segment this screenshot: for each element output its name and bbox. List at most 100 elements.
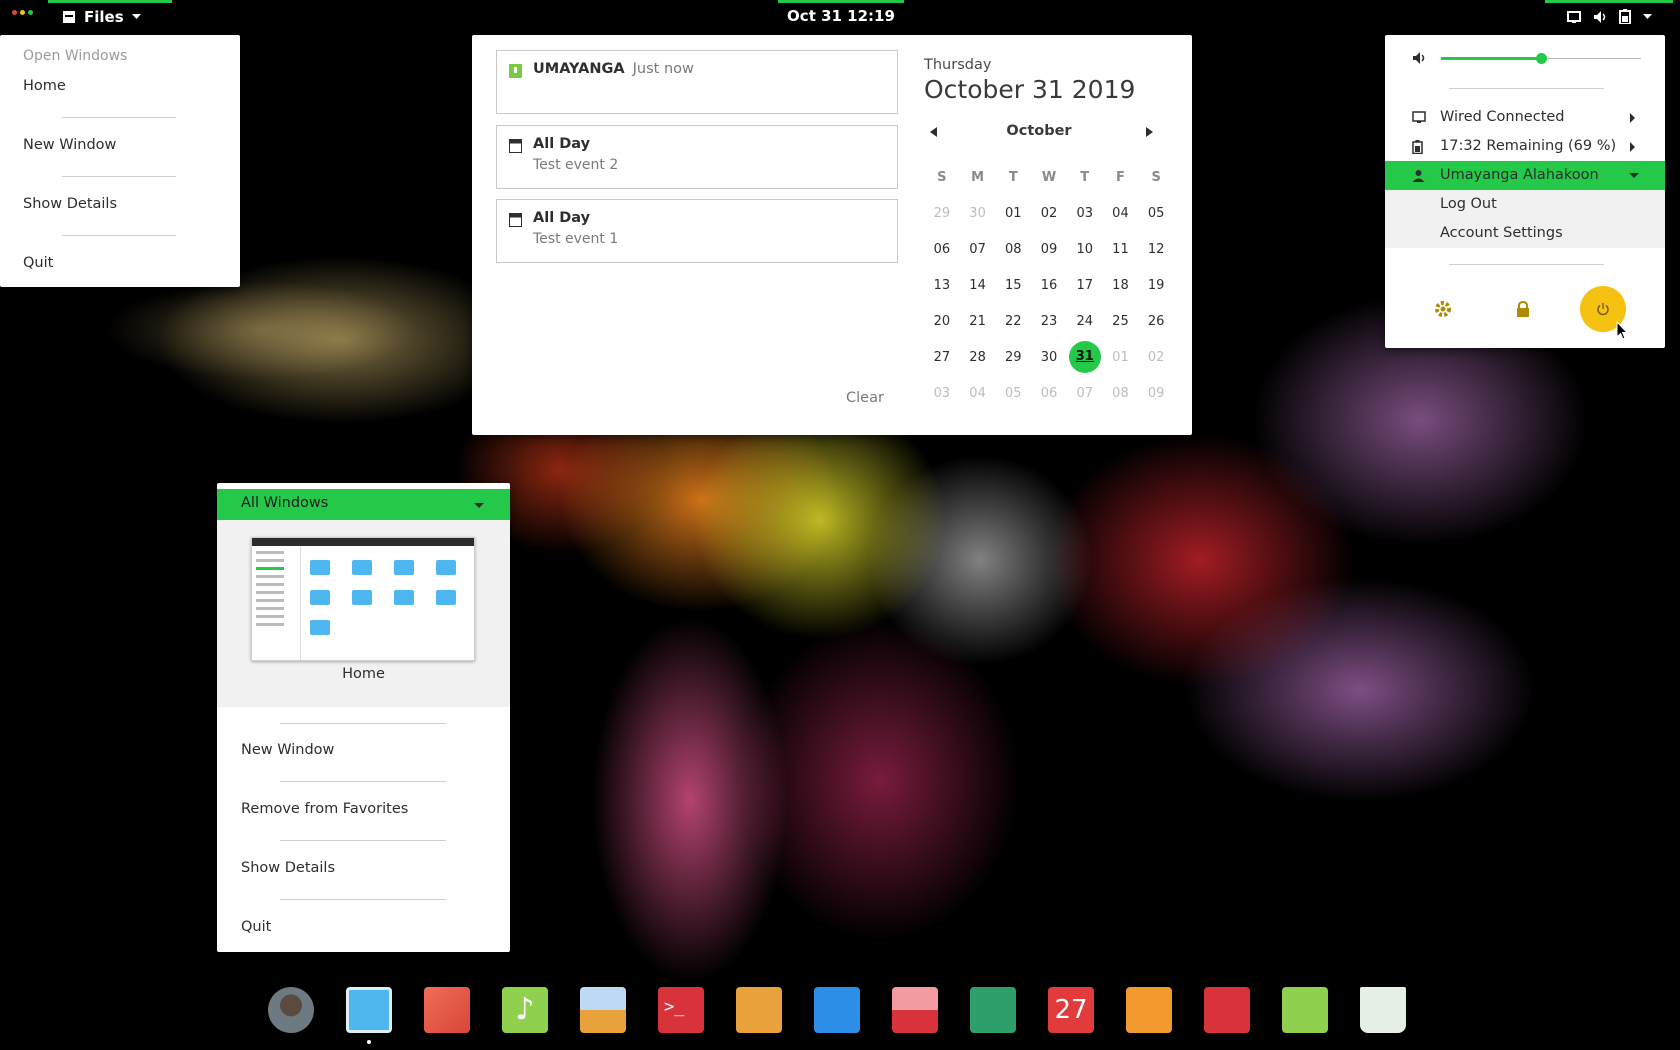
- dock-app-trash[interactable]: [1354, 984, 1412, 1036]
- calendar-day[interactable]: 30: [1031, 350, 1067, 365]
- calendar-day[interactable]: 15: [995, 278, 1031, 293]
- calendar-day[interactable]: 20: [924, 314, 960, 329]
- calendar-day[interactable]: 10: [1067, 242, 1103, 257]
- account-settings-item[interactable]: Account Settings: [1385, 219, 1665, 248]
- network-item[interactable]: Wired Connected: [1385, 103, 1665, 132]
- next-month-icon[interactable]: [1146, 127, 1153, 137]
- calendar-day[interactable]: 19: [1138, 278, 1174, 293]
- calendar-day[interactable]: 09: [1031, 242, 1067, 257]
- calendar-day[interactable]: 06: [924, 242, 960, 257]
- dock-app-files[interactable]: [334, 977, 404, 1045]
- separator: [62, 117, 176, 118]
- dock-app-mixer[interactable]: [730, 984, 788, 1036]
- notification-card[interactable]: UMAYANGA Just now: [496, 50, 898, 114]
- menu-item-new-window[interactable]: New Window: [241, 742, 334, 758]
- calendar-day[interactable]: 23: [1031, 314, 1067, 329]
- calendar-day-number: 11: [1112, 241, 1129, 257]
- calendar-day-number: 20: [933, 313, 951, 329]
- dock-app-avatar[interactable]: [262, 984, 320, 1036]
- calendar-day[interactable]: 07: [1067, 386, 1103, 401]
- settings-button[interactable]: [1420, 286, 1466, 332]
- menu-item-new-window[interactable]: New Window: [23, 137, 116, 153]
- calendar-day[interactable]: 11: [1103, 242, 1139, 257]
- calendar-day[interactable]: 18: [1103, 278, 1139, 293]
- calendar-day[interactable]: 24: [1067, 314, 1103, 329]
- calendar-day[interactable]: 01: [995, 206, 1031, 221]
- volume-icon: [1593, 10, 1605, 23]
- window-selector[interactable]: All Windows: [217, 489, 510, 520]
- dock: ♪ >_ 27: [262, 977, 1412, 1045]
- calendar-day[interactable]: 05: [1138, 206, 1174, 221]
- dock-app-calendar[interactable]: 27: [1042, 984, 1100, 1036]
- calendar-day[interactable]: 09: [1138, 386, 1174, 401]
- calendar-day[interactable]: 28: [960, 350, 996, 365]
- activities-button[interactable]: [12, 10, 33, 15]
- calendar-day-number: 02: [1040, 205, 1058, 221]
- calendar-day[interactable]: 12: [1138, 242, 1174, 257]
- calendar-day[interactable]: 29: [924, 206, 960, 221]
- calendar-day[interactable]: 13: [924, 278, 960, 293]
- calendar-day[interactable]: 05: [995, 386, 1031, 401]
- clear-button[interactable]: Clear: [846, 390, 884, 406]
- calendar-day[interactable]: 08: [1103, 386, 1139, 401]
- calendar-day[interactable]: 02: [1138, 350, 1174, 365]
- app-menu-label: Files: [84, 7, 124, 26]
- calendar-day[interactable]: 06: [1031, 386, 1067, 401]
- calendar-day[interactable]: 17: [1067, 278, 1103, 293]
- calendar-day[interactable]: 02: [1031, 206, 1067, 221]
- lock-button[interactable]: [1500, 286, 1546, 332]
- calendar-day[interactable]: 25: [1103, 314, 1139, 329]
- calendar-day[interactable]: 16: [1031, 278, 1067, 293]
- calendar-day[interactable]: 27: [924, 350, 960, 365]
- window-preview[interactable]: Home: [217, 520, 510, 707]
- menu-item-home[interactable]: Home: [23, 78, 66, 94]
- video-player-icon: [814, 987, 860, 1033]
- menu-item-show-details[interactable]: Show Details: [23, 196, 117, 212]
- dock-app-tweaks[interactable]: [1198, 984, 1256, 1036]
- volume-slider-handle[interactable]: [1536, 53, 1547, 64]
- weekday-header: M: [971, 169, 985, 185]
- volume-slider[interactable]: [1441, 53, 1641, 64]
- menu-item-quit[interactable]: Quit: [241, 919, 271, 935]
- event-card[interactable]: All Day Test event 1: [496, 199, 898, 263]
- dock-app-usb-writer[interactable]: [1276, 984, 1334, 1036]
- calendar-day[interactable]: 29: [995, 350, 1031, 365]
- calendar-day[interactable]: 21: [960, 314, 996, 329]
- activities-dot-icon: [28, 10, 33, 15]
- dock-app-screenshot[interactable]: [886, 984, 944, 1036]
- calendar-day-today[interactable]: 31: [1067, 341, 1103, 373]
- system-menu-button[interactable]: [1545, 0, 1673, 30]
- menu-item-quit[interactable]: Quit: [23, 255, 53, 271]
- calendar-day[interactable]: 04: [1103, 206, 1139, 221]
- dock-app-music[interactable]: ♪: [496, 984, 554, 1036]
- calendar-day-number: 16: [1040, 277, 1058, 293]
- chevron-down-icon: [131, 13, 141, 19]
- dock-app-image-viewer[interactable]: [574, 984, 632, 1036]
- dock-app-screen-recorder[interactable]: [418, 984, 476, 1036]
- calendar-day[interactable]: 04: [960, 386, 996, 401]
- calendar-day[interactable]: 26: [1138, 314, 1174, 329]
- calendar-week-row: 20 21 22 23 24 25 26: [924, 303, 1174, 339]
- calendar-day[interactable]: 14: [960, 278, 996, 293]
- calendar-day[interactable]: 08: [995, 242, 1031, 257]
- menu-item-show-details[interactable]: Show Details: [241, 860, 335, 876]
- calendar-day[interactable]: 22: [995, 314, 1031, 329]
- dock-app-passwords[interactable]: [964, 984, 1022, 1036]
- calendar-day[interactable]: 30: [960, 206, 996, 221]
- log-out-item[interactable]: Log Out: [1385, 190, 1665, 219]
- dock-app-software-store[interactable]: [1120, 984, 1178, 1036]
- calendar-day[interactable]: 07: [960, 242, 996, 257]
- menu-item-remove-favorites[interactable]: Remove from Favorites: [241, 801, 408, 817]
- dock-app-terminal[interactable]: >_: [652, 984, 710, 1036]
- battery-item[interactable]: 17:32 Remaining (69 %): [1385, 132, 1665, 161]
- clock-button[interactable]: Oct 31 12:19: [778, 0, 904, 30]
- dock-app-video-player[interactable]: [808, 984, 866, 1036]
- app-menu-button[interactable]: Files: [48, 0, 172, 30]
- separator: [1449, 88, 1604, 89]
- calendar-day[interactable]: 03: [924, 386, 960, 401]
- calendar-day[interactable]: 01: [1103, 350, 1139, 365]
- user-item[interactable]: Umayanga Alahakoon: [1385, 161, 1665, 190]
- calendar-day[interactable]: 03: [1067, 206, 1103, 221]
- separator: [62, 176, 176, 177]
- event-card[interactable]: All Day Test event 2: [496, 125, 898, 189]
